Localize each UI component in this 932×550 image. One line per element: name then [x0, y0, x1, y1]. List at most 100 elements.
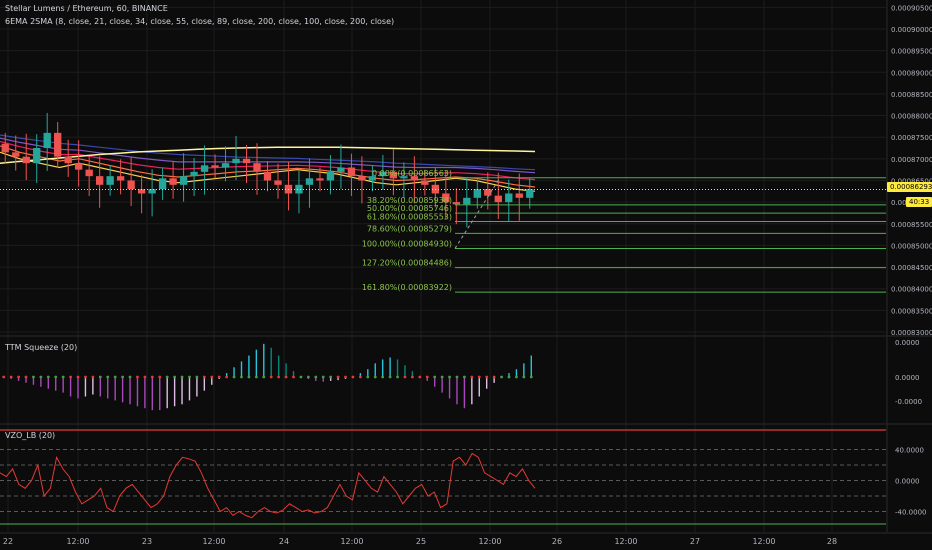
candle-body [473, 189, 481, 198]
chart-canvas[interactable]: 0.00%(0.00086563)38.20%(0.00085938)50.00… [0, 0, 932, 550]
squeeze-dot [76, 375, 80, 379]
squeeze-dot [39, 375, 43, 379]
squeeze-dot [210, 375, 214, 379]
squeeze-dot [463, 375, 466, 379]
squeeze-dot [262, 375, 266, 379]
squeeze-dot [433, 375, 437, 379]
candle-body [347, 167, 356, 177]
time-tick-label: 12:00 [66, 537, 89, 546]
fib-level-label: 0.00%(0.00086563) [372, 169, 452, 178]
squeeze-pane-label: TTM Squeeze (20) [5, 343, 78, 352]
candle-body [221, 163, 230, 168]
grid [0, 0, 932, 534]
candle-body [337, 167, 345, 172]
time-tick-label: 24 [279, 537, 289, 546]
squeeze-dot [202, 375, 206, 379]
squeeze-dot [321, 375, 325, 379]
candle-body [116, 176, 125, 181]
squeeze-dot [306, 375, 310, 379]
time-axis[interactable]: 22 12:00 23 12:00 24 12:00 25 12:00 26 12:00 27 12:… [3, 537, 837, 546]
squeeze-dot [54, 375, 58, 379]
candle-body [463, 197, 471, 205]
candle-body [64, 156, 72, 164]
price-axis[interactable]: 0.00090500 0.00090000 0.00089500 0.00089000… [891, 4, 932, 337]
squeeze-dot [61, 375, 65, 379]
study-title: 6EMA 2SMA (8, close, 21, close, 34, clos… [5, 17, 395, 26]
squeeze-dot [113, 375, 117, 379]
time-tick-label: 12:00 [340, 537, 363, 546]
squeeze-dot [344, 375, 347, 379]
time-tick-label: 22 [3, 537, 13, 546]
squeeze-dot [2, 375, 6, 379]
symbol-title: Stellar Lumens / Ethereum, 60, BINANCE [5, 4, 168, 13]
candle-body [295, 184, 303, 194]
squeeze-tick-label: 0.0000 [895, 339, 920, 347]
fib-level-label: 127.20%(0.00084486) [362, 259, 452, 268]
price-tick-label: 0.00090500 [891, 4, 932, 12]
squeeze-dot [254, 375, 258, 379]
squeeze-dot [515, 375, 518, 379]
squeeze-dot [9, 375, 13, 379]
candle-body [232, 158, 240, 164]
candle-body [43, 132, 51, 149]
squeeze-dot [358, 375, 362, 379]
squeeze-tick-label: 0.0000 [895, 374, 920, 382]
candle-body [515, 193, 523, 198]
vzo-tick-label: 40.0000 [895, 447, 924, 455]
squeeze-dot [470, 375, 474, 379]
squeeze-dot [195, 375, 199, 379]
time-tick-label: 12:00 [478, 537, 501, 546]
price-tick-label: 0.00084000 [891, 286, 932, 294]
candle-body [22, 156, 30, 164]
candle-body [1, 143, 9, 153]
squeeze-dot [477, 375, 481, 379]
time-tick-label: 26 [552, 537, 562, 546]
squeeze-dot [232, 375, 236, 379]
vzo-pane[interactable]: 40.0000 0.0000 -40.0000 [0, 429, 926, 525]
squeeze-dot [173, 375, 177, 379]
candle-body [54, 132, 62, 157]
squeeze-dot [336, 375, 340, 379]
squeeze-dot [492, 375, 496, 379]
candle-body [358, 176, 366, 181]
vzo-tick-label: -40.0000 [895, 509, 926, 517]
squeeze-dot [24, 375, 28, 379]
squeeze-dot [403, 375, 407, 379]
squeeze-dot [425, 375, 429, 379]
squeeze-dot [136, 375, 139, 379]
squeeze-dot [396, 375, 399, 379]
squeeze-dot [240, 375, 243, 379]
squeeze-dot [455, 375, 459, 379]
price-tick-label: 0.00083000 [891, 329, 932, 337]
squeeze-dot [247, 375, 251, 379]
price-tick-label: 0.00084500 [891, 264, 932, 272]
fibonacci-retracement[interactable]: 0.00%(0.00086563)38.20%(0.00085938)50.00… [362, 169, 886, 293]
time-tick-label: 27 [690, 537, 700, 546]
squeeze-dot [217, 375, 221, 379]
price-tick-label: 0.00083500 [891, 307, 932, 315]
squeeze-dot [507, 375, 511, 379]
squeeze-dot [46, 375, 50, 379]
candle-body [106, 176, 114, 185]
fib-level-label: 78.60%(0.00085279) [367, 224, 452, 233]
squeeze-dot [69, 375, 72, 379]
squeeze-dot [165, 375, 169, 379]
price-tick-label: 0.00090000 [891, 26, 932, 34]
squeeze-dot [366, 375, 370, 379]
candle-body [526, 189, 534, 198]
candle-body [263, 171, 272, 181]
candle-body [494, 195, 502, 203]
candle-body [12, 152, 20, 157]
price-tick-label: 0.00089000 [891, 69, 932, 77]
squeeze-dot [522, 375, 526, 379]
ttm-squeeze-pane[interactable]: 0.0000 0.0000 -0.0000 [2, 339, 922, 411]
squeeze-dot [84, 375, 87, 379]
price-tick-label: 0.00088000 [891, 113, 932, 121]
time-tick-label: 12:00 [202, 537, 225, 546]
candle-body [274, 180, 282, 185]
vzo-tick-label: 0.0000 [895, 478, 920, 486]
candle-body [169, 178, 177, 185]
candle-body [127, 180, 135, 190]
candle-body [253, 163, 261, 172]
squeeze-dot [314, 375, 318, 379]
